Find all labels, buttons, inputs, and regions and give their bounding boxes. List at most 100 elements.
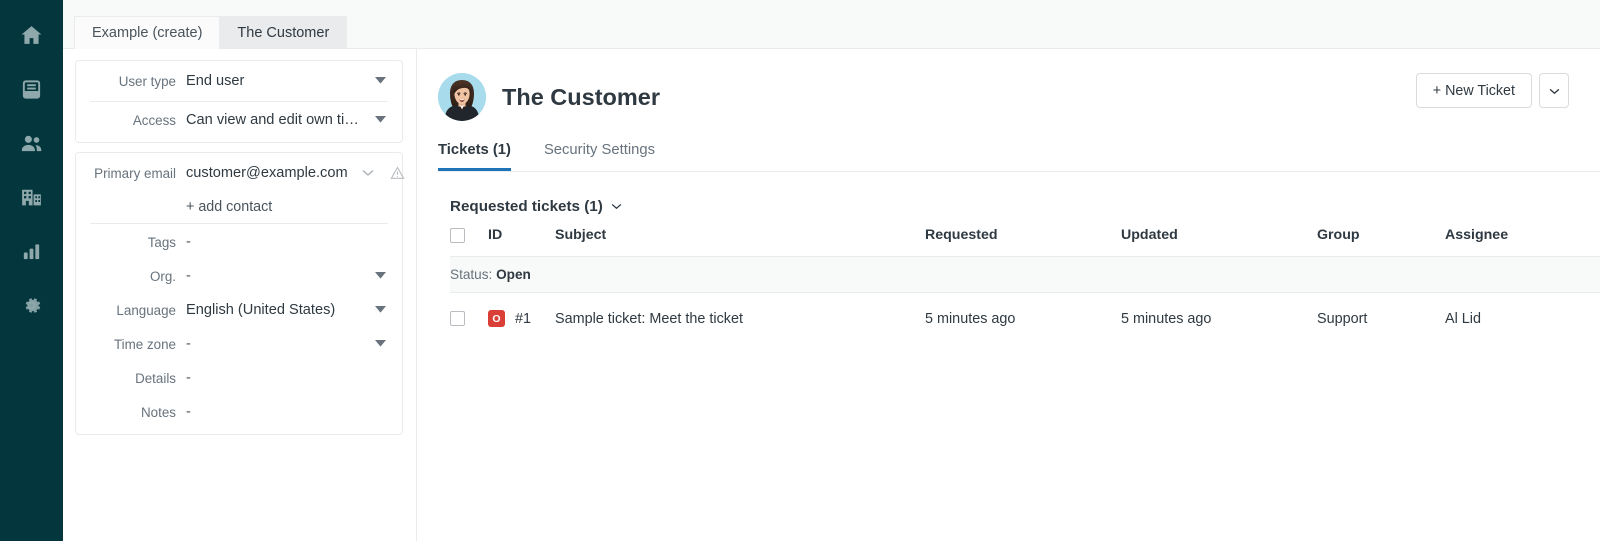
- app-root: Example (create) The Customer User type …: [0, 0, 1600, 541]
- add-contact-link[interactable]: + add contact: [186, 199, 388, 215]
- select-all-header: [450, 227, 488, 257]
- status-group-value: Open: [496, 267, 531, 282]
- avatar: [438, 73, 486, 121]
- field-label: User type: [118, 74, 176, 89]
- field-value: -: [186, 268, 191, 284]
- workspace-tab-example-create[interactable]: Example (create): [74, 16, 221, 49]
- tab-tickets[interactable]: Tickets (1): [438, 142, 511, 171]
- header-actions: + New Ticket: [1415, 73, 1569, 108]
- table-header-row: ID Subject Requested Updated Group Assig…: [450, 227, 1600, 257]
- status-group-row: Status: Open: [450, 256, 1600, 293]
- column-header-requested[interactable]: Requested: [925, 227, 1121, 257]
- divider: [90, 223, 388, 224]
- chevron-down-icon[interactable]: [372, 334, 388, 347]
- field-label: Notes: [141, 405, 176, 420]
- field-label: Details: [135, 371, 176, 386]
- divider: [90, 101, 388, 102]
- workspace-tab-label: Example (create): [92, 25, 203, 41]
- user-profile-panel: User type End user Access Can view and e…: [63, 49, 417, 541]
- primary-sidebar: [0, 0, 63, 541]
- tab-label: Tickets (1): [438, 142, 511, 158]
- field-tags[interactable]: Tags -: [90, 226, 388, 260]
- chevron-down-icon: [611, 203, 622, 210]
- field-value: -: [186, 336, 191, 352]
- section-title-label: Requested tickets (1): [450, 198, 603, 215]
- tickets-table: ID Subject Requested Updated Group Assig…: [450, 227, 1600, 339]
- page-title: The Customer: [502, 84, 660, 110]
- chevron-down-icon[interactable]: [362, 169, 374, 177]
- row-assignee: Al Lid: [1445, 310, 1481, 327]
- field-value: -: [186, 234, 191, 250]
- sidebar-item-settings[interactable]: [0, 278, 63, 332]
- row-checkbox[interactable]: [450, 311, 465, 327]
- field-value: Can view and edit own tick...: [186, 112, 366, 128]
- email-block: customer@example.com + add contact: [186, 163, 405, 215]
- chevron-down-icon[interactable]: [372, 300, 388, 313]
- tickets-table-body: Status: Open O #1 Sample ticket: Meet th…: [450, 256, 1600, 340]
- id-cell-inner: O #1: [488, 310, 555, 327]
- row-requested: 5 minutes ago: [925, 310, 1016, 327]
- warning-triangle-icon[interactable]: [390, 166, 405, 180]
- field-value: English (United States): [186, 302, 336, 318]
- column-header-id[interactable]: ID: [488, 227, 555, 257]
- content-area: User type End user Access Can view and e…: [63, 49, 1600, 541]
- status-group-label: Status: Open: [450, 256, 1600, 293]
- column-header-subject[interactable]: Subject: [555, 227, 925, 257]
- sidebar-item-reporting[interactable]: [0, 224, 63, 278]
- user-type-access-card: User type End user Access Can view and e…: [75, 60, 403, 143]
- field-primary-email[interactable]: Primary email customer@example.com + add…: [90, 157, 405, 221]
- column-header-updated[interactable]: Updated: [1121, 227, 1317, 257]
- sidebar-item-organizations[interactable]: [0, 170, 63, 224]
- tab-security-settings[interactable]: Security Settings: [544, 142, 655, 171]
- field-value: customer@example.com: [186, 165, 348, 181]
- sidebar-item-home[interactable]: [0, 8, 63, 62]
- tickets-stack-icon: [20, 78, 43, 101]
- row-subject[interactable]: Sample ticket: Meet the ticket: [555, 293, 925, 340]
- sidebar-item-views[interactable]: [0, 62, 63, 116]
- requested-tickets-toggle[interactable]: Requested tickets (1): [450, 198, 622, 215]
- chevron-down-icon[interactable]: [372, 110, 388, 123]
- home-icon: [19, 23, 44, 48]
- row-updated: 5 minutes ago: [1121, 310, 1212, 327]
- field-access[interactable]: Access Can view and edit own tick...: [90, 104, 388, 138]
- field-value: -: [186, 404, 191, 420]
- chevron-down-icon[interactable]: [372, 71, 388, 84]
- field-user-type[interactable]: User type End user: [90, 65, 388, 99]
- column-header-assignee[interactable]: Assignee: [1445, 227, 1600, 257]
- field-details[interactable]: Details -: [90, 362, 388, 396]
- field-notes[interactable]: Notes -: [90, 396, 388, 430]
- new-ticket-dropdown-button[interactable]: [1539, 73, 1569, 108]
- email-line: customer@example.com: [186, 163, 405, 183]
- customer-tabs: Tickets (1) Security Settings: [438, 142, 1600, 172]
- building-icon: [19, 185, 44, 210]
- gear-icon: [19, 293, 44, 318]
- field-org[interactable]: Org. -: [90, 260, 388, 294]
- field-language[interactable]: Language English (United States): [90, 294, 388, 328]
- tickets-table-head: ID Subject Requested Updated Group Assig…: [450, 227, 1600, 257]
- ticket-id: #1: [515, 310, 532, 327]
- field-label: Org.: [149, 269, 176, 284]
- contact-details-card: Primary email customer@example.com + add…: [75, 152, 405, 435]
- field-value: -: [186, 370, 191, 386]
- status-group-prefix: Status:: [450, 267, 493, 282]
- field-label: Tags: [147, 235, 176, 250]
- workspace-tabstrip: Example (create) The Customer: [63, 0, 1600, 49]
- table-row[interactable]: O #1 Sample ticket: Meet the ticket 5 mi…: [450, 293, 1600, 340]
- field-time-zone[interactable]: Time zone -: [90, 328, 388, 362]
- row-select-cell: [450, 293, 488, 340]
- field-label: Primary email: [94, 166, 176, 181]
- customer-main-panel: The Customer + New Ticket Tickets (1) Se…: [417, 49, 1600, 541]
- field-label: Access: [132, 113, 176, 128]
- new-ticket-button[interactable]: + New Ticket: [1415, 73, 1532, 108]
- row-group: Support: [1317, 310, 1368, 327]
- row-id-cell: O #1: [488, 293, 555, 340]
- column-header-group[interactable]: Group: [1317, 227, 1445, 257]
- people-icon: [19, 131, 44, 156]
- sidebar-item-customers[interactable]: [0, 116, 63, 170]
- status-badge: O: [488, 310, 505, 327]
- select-all-checkbox[interactable]: [450, 227, 465, 243]
- chevron-down-icon[interactable]: [372, 266, 388, 279]
- workspace: Example (create) The Customer User type …: [63, 0, 1600, 541]
- bar-chart-icon: [20, 240, 43, 263]
- workspace-tab-the-customer[interactable]: The Customer: [220, 16, 348, 49]
